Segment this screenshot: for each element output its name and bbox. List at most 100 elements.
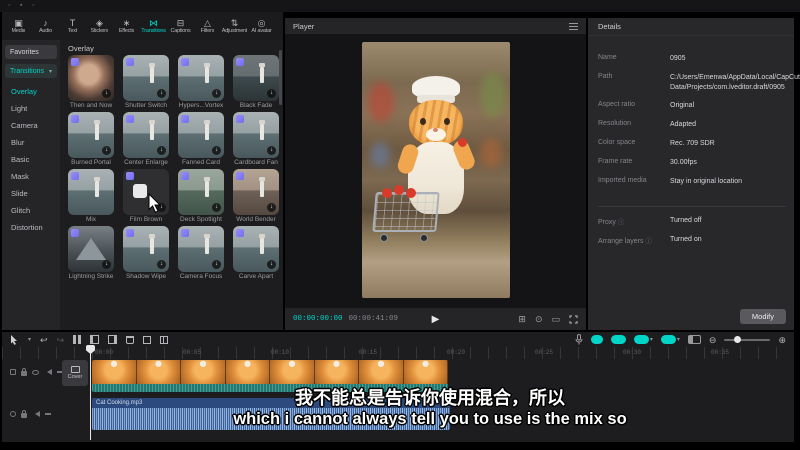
transition-tile[interactable]: ↓World Bender bbox=[232, 169, 280, 224]
delete-left-icon[interactable] bbox=[90, 335, 99, 344]
tab-filters[interactable]: △Filters bbox=[194, 13, 221, 39]
transition-tile[interactable]: ↓Shadow Wipe bbox=[122, 226, 170, 281]
transition-tile[interactable]: ↓Carve Apart bbox=[232, 226, 280, 281]
record-voiceover-icon[interactable] bbox=[575, 334, 583, 345]
transition-thumbnail[interactable]: ↓ bbox=[178, 55, 224, 101]
sidebar-item-overlay[interactable]: Overlay bbox=[5, 83, 57, 100]
info-icon[interactable]: ⓘ bbox=[618, 219, 625, 226]
transition-thumbnail[interactable]: ↓ bbox=[68, 112, 114, 158]
hide-track-icon[interactable] bbox=[32, 370, 39, 375]
transition-tile[interactable]: ↓Black Fade bbox=[232, 55, 280, 110]
chevron-down-icon[interactable]: ▾ bbox=[28, 336, 31, 343]
transition-thumbnail[interactable]: ↓ bbox=[233, 226, 279, 272]
modify-button[interactable]: Modify bbox=[740, 309, 786, 324]
track-options-icon[interactable] bbox=[10, 369, 16, 375]
lock-icon[interactable] bbox=[21, 413, 27, 418]
preview-axis-toggle[interactable] bbox=[634, 335, 649, 344]
transition-thumbnail[interactable]: ↓ bbox=[123, 169, 169, 215]
sidebar-item-basic[interactable]: Basic bbox=[5, 151, 57, 168]
sidebar-item-transitions[interactable]: Transitions ▾ bbox=[5, 64, 57, 78]
transition-thumbnail[interactable]: ↓ bbox=[178, 226, 224, 272]
info-icon[interactable]: ⓘ bbox=[645, 238, 652, 245]
transition-tile[interactable]: ↓Film Brown bbox=[122, 169, 170, 224]
player-menu-icon[interactable] bbox=[569, 23, 578, 30]
transition-thumbnail[interactable]: ↓ bbox=[233, 112, 279, 158]
sidebar-item-mask[interactable]: Mask bbox=[5, 168, 57, 185]
magnetic-snap-toggle[interactable] bbox=[591, 335, 603, 344]
transition-tile[interactable]: ↓Fanned Card bbox=[177, 112, 225, 167]
ratio-icon[interactable]: ▭ bbox=[551, 314, 560, 325]
transition-thumbnail[interactable]: ↓ bbox=[178, 112, 224, 158]
split-icon[interactable] bbox=[73, 335, 81, 344]
tab-effects[interactable]: ∗Effects bbox=[113, 13, 140, 39]
zoom-in-icon[interactable]: ⊕ bbox=[778, 335, 786, 345]
collapse-icon[interactable] bbox=[45, 413, 51, 415]
freeze-frame-icon[interactable] bbox=[143, 336, 151, 344]
transition-tile[interactable]: ↓Deck Spotlight bbox=[177, 169, 225, 224]
tab-captions[interactable]: ⊟Captions bbox=[167, 13, 194, 39]
zoom-slider-knob[interactable] bbox=[734, 336, 741, 343]
track-mode-toggle[interactable] bbox=[661, 335, 676, 344]
redo-icon[interactable]: ↪ bbox=[57, 335, 65, 345]
chevron-down-icon[interactable]: ▾ bbox=[650, 336, 653, 343]
transition-thumbnail[interactable]: ↓ bbox=[68, 55, 114, 101]
tab-transitions[interactable]: ⋈Transitions bbox=[140, 13, 167, 39]
crop-icon[interactable] bbox=[160, 336, 168, 344]
cover-button[interactable]: Cover bbox=[62, 360, 88, 386]
tab-media[interactable]: ▣Media bbox=[5, 13, 32, 39]
delete-icon[interactable] bbox=[126, 336, 134, 344]
transition-thumbnail[interactable] bbox=[68, 169, 114, 215]
transition-tile[interactable]: ↓Lightning Strike bbox=[67, 226, 115, 281]
transition-thumbnail[interactable]: ↓ bbox=[178, 169, 224, 215]
sidebar-item-camera[interactable]: Camera bbox=[5, 117, 57, 134]
grid-scrollbar[interactable] bbox=[279, 50, 282, 105]
tab-adjustment[interactable]: ⇅Adjustment bbox=[221, 13, 248, 39]
transition-tile[interactable]: ↓Shutter Switch bbox=[122, 55, 170, 110]
transition-tile[interactable]: ↓Center Enlarge bbox=[122, 112, 170, 167]
mute-icon[interactable] bbox=[44, 369, 52, 375]
quality-icon[interactable]: ⊙ bbox=[535, 314, 543, 325]
sidebar-item-blur[interactable]: Blur bbox=[5, 134, 57, 151]
transition-tile[interactable]: ↓Camera Focus bbox=[177, 226, 225, 281]
details-value: Rec. 709 SDR bbox=[670, 139, 786, 149]
tab-ai-avatar[interactable]: ◎AI avatar bbox=[248, 13, 275, 39]
sidebar-item-distortion[interactable]: Distortion bbox=[5, 219, 57, 236]
timeline-zoom-slider[interactable] bbox=[724, 339, 770, 341]
transition-tile[interactable]: ↓Hypers...Vortex bbox=[177, 55, 225, 110]
preview-canvas[interactable] bbox=[285, 34, 586, 308]
transition-thumbnail[interactable]: ↓ bbox=[68, 226, 114, 272]
video-clip[interactable] bbox=[92, 360, 448, 384]
capcut-window: ◦ ▪ ◦ ▣Media♪AudioTText◈Stickers∗Effects… bbox=[0, 0, 800, 450]
mute-icon[interactable] bbox=[32, 411, 40, 417]
pro-badge-icon bbox=[236, 115, 244, 123]
transition-thumbnail[interactable]: ↓ bbox=[233, 55, 279, 101]
sidebar-item-light[interactable]: Light bbox=[5, 100, 57, 117]
transition-thumbnail[interactable]: ↓ bbox=[123, 55, 169, 101]
tab-audio[interactable]: ♪Audio bbox=[32, 13, 59, 39]
tab-stickers[interactable]: ◈Stickers bbox=[86, 13, 113, 39]
preview-frames-icon[interactable] bbox=[688, 335, 701, 344]
fullscreen-icon[interactable] bbox=[569, 315, 578, 324]
timeline-ruler[interactable]: 00:0000:0500:1000:1500:2000:2500:3000:35 bbox=[2, 347, 794, 359]
mirror-preview-icon[interactable]: ⊞ bbox=[518, 314, 526, 325]
auto-linking-toggle[interactable] bbox=[611, 335, 626, 344]
transition-tile[interactable]: ↓Burned Portal bbox=[67, 112, 115, 167]
sidebar-item-glitch[interactable]: Glitch bbox=[5, 202, 57, 219]
transition-tile[interactable]: ↓Then and Now bbox=[67, 55, 115, 110]
lock-icon[interactable] bbox=[21, 371, 27, 376]
transition-thumbnail[interactable]: ↓ bbox=[233, 169, 279, 215]
transition-thumbnail[interactable]: ↓ bbox=[123, 112, 169, 158]
track-options-icon[interactable] bbox=[10, 411, 16, 417]
sidebar-item-favorites[interactable]: Favorites bbox=[5, 45, 57, 59]
sidebar-item-slide[interactable]: Slide bbox=[5, 185, 57, 202]
undo-icon[interactable]: ↩ bbox=[40, 335, 48, 345]
delete-right-icon[interactable] bbox=[108, 335, 117, 344]
chevron-down-icon[interactable]: ▾ bbox=[677, 336, 680, 343]
zoom-out-icon[interactable]: ⊖ bbox=[709, 335, 717, 345]
select-tool-icon[interactable] bbox=[10, 335, 18, 345]
tab-text[interactable]: TText bbox=[59, 13, 86, 39]
play-button[interactable]: ▶ bbox=[432, 314, 440, 325]
transition-tile[interactable]: ↓Cardboard Fan bbox=[232, 112, 280, 167]
transition-tile[interactable]: Mix bbox=[67, 169, 115, 224]
transition-thumbnail[interactable]: ↓ bbox=[123, 226, 169, 272]
